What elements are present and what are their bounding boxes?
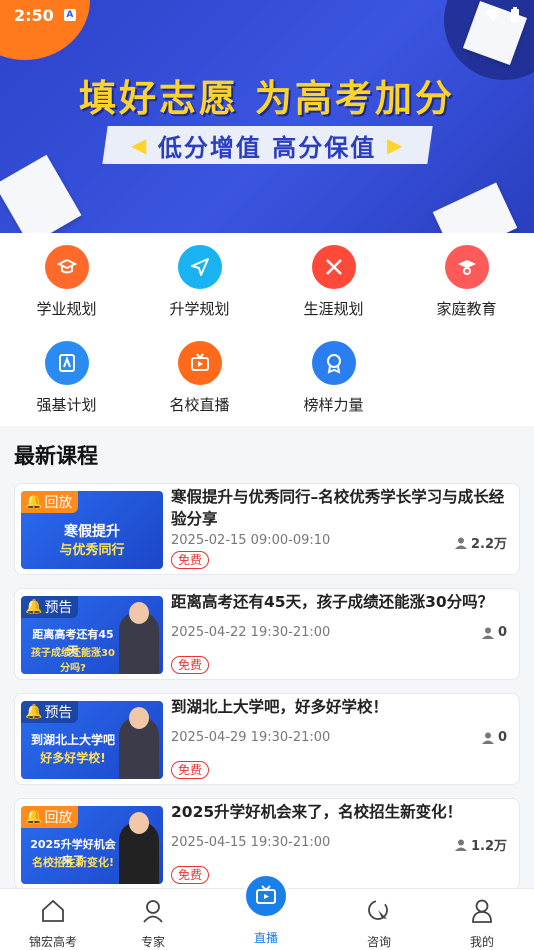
tv-icon xyxy=(177,341,222,385)
expert-icon xyxy=(143,900,163,923)
send-icon xyxy=(177,245,222,289)
course-date: 2025-04-22 19:30-21:00 xyxy=(171,625,331,640)
course-card[interactable]: 🔔 预告 距离高考还有45天 孩子成绩还能涨30分吗? 距离高考还有45天，孩子成… xyxy=(14,588,520,680)
menu-item-live-streams[interactable]: 名校直播 xyxy=(133,341,266,415)
speaker-head xyxy=(129,812,149,834)
live-tv-icon[interactable] xyxy=(243,873,289,919)
free-badge: 免费 xyxy=(171,656,210,674)
battery-icon xyxy=(511,7,519,22)
graduation-icon xyxy=(444,245,489,289)
course-title: 2025升学好机会来了，名校招生新变化！ xyxy=(171,803,463,821)
right-arrow-icon: ▶ xyxy=(386,133,405,157)
tab-label: 专家 xyxy=(140,935,165,949)
status-badge: 🔔 预告 xyxy=(21,596,79,618)
tab-label: 直播 xyxy=(253,931,278,945)
course-card[interactable]: 🔔 预告 到湖北上大学吧 好多好学校! 到湖北上大学吧，好多好学校！ 2025-0… xyxy=(14,693,520,785)
menu-item-label: 名校直播 xyxy=(169,396,230,414)
speaker-head xyxy=(129,602,149,624)
tools-icon xyxy=(311,245,356,289)
course-card[interactable]: 🔔 回放 寒假提升 与优秀同行 寒假提升与优秀同行–名校优秀学长学习与成长经验分享… xyxy=(14,483,520,575)
thumbnail-text: 与优秀同行 xyxy=(59,543,125,558)
thumbnail-text: 寒假提升 xyxy=(64,524,120,540)
books-icon xyxy=(44,341,89,385)
tab-expert[interactable]: 专家 xyxy=(100,889,206,950)
cursor-icon xyxy=(368,900,388,920)
tab-mine[interactable]: 我的 xyxy=(429,889,534,950)
status-badge: 🔔 回放 xyxy=(21,806,79,828)
paper-decoration xyxy=(432,182,518,233)
menu-item-label: 生涯规划 xyxy=(303,300,364,318)
bell-icon: 🔔 xyxy=(25,599,43,615)
view-count: 1.2万 xyxy=(454,835,507,854)
bell-icon: 🔔 xyxy=(25,704,43,720)
user-icon xyxy=(472,899,492,923)
feature-menu: 学业规划 升学规划 生涯规划 家庭教育 强基计划 名校直播 榜样力量 xyxy=(0,233,534,426)
menu-item-label: 榜样力量 xyxy=(303,396,364,414)
status-time: 2:50 xyxy=(14,5,54,25)
thumbnail-text: 好多好学校! xyxy=(40,751,106,765)
home-icon xyxy=(42,899,64,922)
menu-item-label: 家庭教育 xyxy=(436,300,497,318)
menu-item-admission-planning[interactable]: 升学规划 xyxy=(133,245,266,319)
section-title: 最新课程 xyxy=(14,444,98,468)
course-title: 距离高考还有45天，孩子成绩还能涨30分吗？ xyxy=(171,593,494,611)
bell-icon: 🔔 xyxy=(25,494,43,510)
menu-item-role-models[interactable]: 榜样力量 xyxy=(267,341,400,415)
menu-item-strong-base-plan[interactable]: 强基计划 xyxy=(0,341,133,415)
thumbnail-text: 名校招生新变化! xyxy=(31,856,115,869)
person-icon xyxy=(481,627,494,639)
free-badge: 免费 xyxy=(171,866,210,884)
thumbnail-text: 到湖北上大学吧 xyxy=(30,733,115,747)
course-title: 到湖北上大学吧，好多好学校！ xyxy=(171,698,389,716)
view-count: 0 xyxy=(481,625,507,640)
view-count: 2.2万 xyxy=(454,533,507,552)
paper-decoration xyxy=(0,154,82,233)
speaker-head xyxy=(129,707,149,729)
tab-consult[interactable]: 咨询 xyxy=(326,889,432,950)
tab-label: 我的 xyxy=(469,935,494,949)
banner-headline: 填好志愿 为高考加分 xyxy=(79,77,455,120)
menu-item-academic-planning[interactable]: 学业规划 xyxy=(0,245,133,319)
menu-item-family-education[interactable]: 家庭教育 xyxy=(400,245,533,319)
menu-item-label: 强基计划 xyxy=(36,396,97,414)
free-badge: 免费 xyxy=(171,551,210,569)
course-title: 寒假提升与优秀同行–名校优秀学长学习与成长经验分享 xyxy=(171,488,505,528)
banner-ribbon: ◀ 低分增值 高分保值 ▶ xyxy=(102,126,433,164)
tab-label: 咨询 xyxy=(366,935,391,949)
thumbnail-text: 孩子成绩还能涨30分吗? xyxy=(31,648,115,674)
tab-home[interactable]: 锦宏高考 xyxy=(0,889,106,950)
left-arrow-icon: ◀ xyxy=(130,133,149,157)
person-icon xyxy=(454,839,467,851)
wifi-icon xyxy=(485,9,501,21)
cap-icon xyxy=(44,245,89,289)
free-badge: 免费 xyxy=(171,761,210,779)
course-date: 2025-04-29 19:30-21:00 xyxy=(171,730,331,745)
banner-ribbon-text: 低分增值 高分保值 xyxy=(158,133,377,162)
person-icon xyxy=(454,537,467,549)
status-badge: 🔔 预告 xyxy=(21,701,79,723)
tab-label: 锦宏高考 xyxy=(28,935,77,949)
status-bar: 2:50 A xyxy=(0,0,534,30)
hero-banner[interactable]: 填好志愿 为高考加分 ◀ 低分增值 高分保值 ▶ xyxy=(0,0,534,233)
menu-item-label: 学业规划 xyxy=(36,300,97,318)
notification-icon: A xyxy=(63,9,76,21)
course-thumbnail: 🔔 预告 到湖北上大学吧 好多好学校! xyxy=(21,701,163,779)
course-date: 2025-04-15 19:30-21:00 xyxy=(171,835,331,850)
view-count: 0 xyxy=(481,730,507,745)
course-thumbnail: 🔔 预告 距离高考还有45天 孩子成绩还能涨30分吗? xyxy=(21,596,163,674)
bell-icon: 🔔 xyxy=(25,809,43,825)
course-thumbnail: 🔔 回放 寒假提升 与优秀同行 xyxy=(21,491,163,569)
course-thumbnail: 🔔 回放 2025升学好机会来了 名校招生新变化! xyxy=(21,806,163,884)
course-date: 2025-02-15 09:00-09:10 xyxy=(171,533,331,548)
award-icon xyxy=(311,341,356,385)
menu-item-career-planning[interactable]: 生涯规划 xyxy=(267,245,400,319)
menu-item-label: 升学规划 xyxy=(169,300,230,318)
person-icon xyxy=(481,732,494,744)
status-badge: 🔔 回放 xyxy=(21,491,79,513)
